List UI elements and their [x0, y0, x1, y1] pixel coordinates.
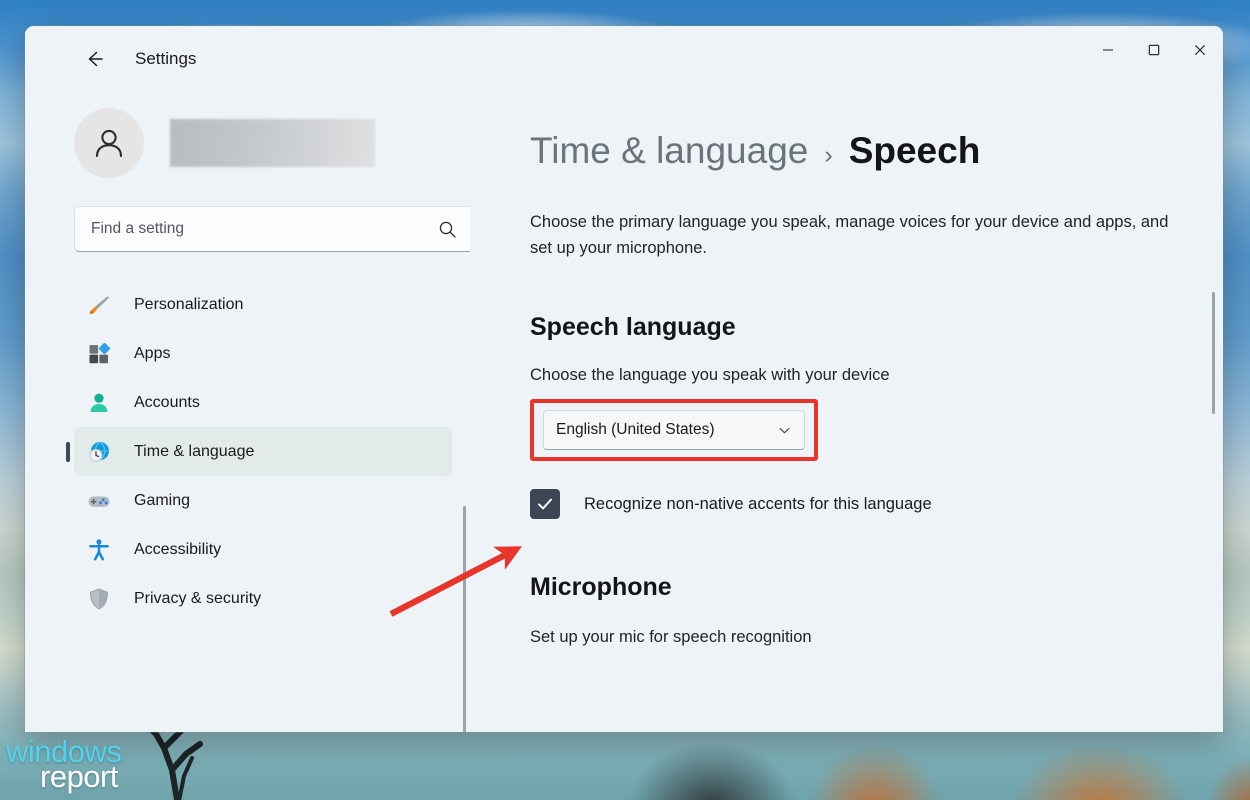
close-button[interactable]	[1177, 26, 1223, 74]
search-input[interactable]	[91, 220, 438, 238]
app-title: Settings	[135, 49, 197, 68]
microphone-heading: Microphone	[530, 573, 672, 602]
maximize-icon	[1148, 44, 1160, 56]
maximize-button[interactable]	[1131, 26, 1177, 74]
breadcrumb: Time & language › Speech	[530, 130, 1183, 172]
navigation-list: Personalization Apps Accounts Time & lan…	[50, 280, 470, 623]
window-controls	[1085, 26, 1223, 74]
page-description: Choose the primary language you speak, m…	[530, 213, 1169, 257]
search-box[interactable]	[74, 206, 474, 252]
recognize-accents-row: Recognize non-native accents for this la…	[530, 489, 1183, 520]
account-name-redacted	[170, 119, 375, 167]
sidebar-item-personalization[interactable]: Personalization	[74, 280, 452, 329]
speech-language-subtitle: Choose the language you speak with your …	[530, 366, 890, 385]
window-body: Personalization Apps	[25, 92, 1223, 732]
breadcrumb-separator-icon: ›	[824, 141, 833, 169]
sidebar-item-privacy-and-security[interactable]: Privacy & security	[74, 574, 452, 623]
title-bar: Settings	[25, 26, 1223, 92]
checkmark-icon	[538, 498, 552, 510]
recognize-accents-checkbox[interactable]	[530, 489, 560, 520]
sidebar-item-apps[interactable]: Apps	[74, 329, 452, 378]
sidebar-item-label: Accounts	[134, 393, 200, 411]
account-row[interactable]	[50, 108, 470, 178]
apps-grid-icon	[86, 341, 112, 367]
recognize-accents-label[interactable]: Recognize non-native accents for this la…	[584, 495, 932, 514]
sidebar-item-label: Apps	[134, 344, 171, 362]
language-dropdown-highlight: English (United States)	[530, 399, 818, 462]
microphone-subtitle: Set up your mic for speech recognition	[530, 628, 812, 647]
sidebar-item-label: Time & language	[134, 442, 255, 460]
sidebar-item-label: Privacy & security	[134, 589, 262, 607]
shield-icon	[86, 586, 112, 612]
person-avatar-icon	[95, 129, 123, 158]
watermark-line-2: report	[40, 759, 118, 795]
sidebar-item-label: Accessibility	[134, 540, 222, 558]
sidebar-item-accessibility[interactable]: Accessibility	[74, 525, 452, 574]
gamepad-icon	[86, 488, 112, 514]
person-icon	[86, 390, 112, 416]
back-button[interactable]	[75, 40, 113, 78]
minimize-icon	[1103, 49, 1113, 51]
speech-language-heading: Speech language	[530, 313, 736, 342]
speech-language-value: English (United States)	[556, 421, 715, 439]
sidebar-item-label: Personalization	[134, 295, 244, 313]
speech-language-dropdown[interactable]: English (United States)	[543, 410, 805, 451]
globe-clock-icon	[86, 439, 112, 465]
sidebar-item-time-and-language[interactable]: Time & language	[74, 427, 452, 476]
sidebar: Personalization Apps	[25, 92, 474, 732]
avatar[interactable]	[74, 108, 144, 178]
main-scrollbar-thumb[interactable]	[1211, 292, 1215, 414]
sidebar-item-label: Gaming	[134, 491, 191, 509]
paintbrush-icon	[86, 292, 112, 318]
page-title: Speech	[848, 130, 981, 171]
watermark: windows report	[6, 736, 122, 795]
search-icon	[439, 221, 456, 238]
accessibility-icon	[86, 537, 112, 563]
settings-window: Settings Find a setting Personalization …	[25, 26, 1223, 732]
chevron-down-icon	[779, 427, 790, 434]
main-content: Time & language › Speech Choose the prim…	[470, 92, 1223, 732]
sidebar-item-accounts[interactable]: Accounts	[74, 378, 452, 427]
minimize-button[interactable]	[1085, 26, 1131, 74]
sidebar-scrollbar[interactable]	[463, 506, 466, 732]
sidebar-item-gaming[interactable]: Gaming	[74, 476, 452, 525]
close-icon	[1194, 44, 1206, 56]
breadcrumb-parent-link[interactable]: Time & language	[530, 130, 808, 172]
back-arrow-icon	[88, 51, 103, 67]
